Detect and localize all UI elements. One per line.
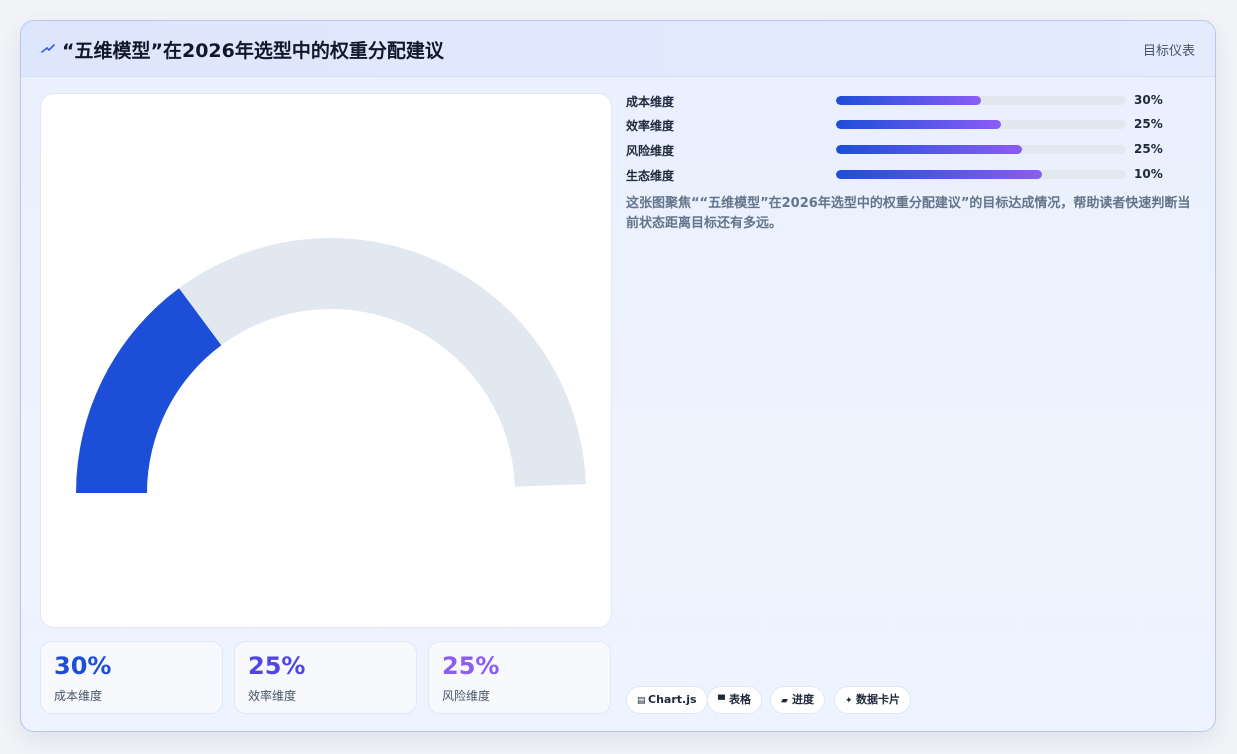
card-header: “五维模型”在2026年选型中的权重分配建议 目标仪表	[21, 21, 1215, 77]
gauge-value-arc	[76, 288, 222, 493]
progress-track	[836, 96, 1126, 105]
progress-track	[836, 145, 1126, 154]
table-icon: ▀	[718, 696, 725, 706]
dashboard-card: “五维模型”在2026年选型中的权重分配建议 目标仪表 30% 成本维度 25%…	[20, 20, 1216, 732]
chip-data-card[interactable]: ✦ 数据卡片	[834, 686, 911, 714]
stat-label: 风险维度	[442, 689, 491, 703]
progress-track	[836, 120, 1126, 129]
stat-label: 成本维度	[54, 689, 103, 703]
page-title: “五维模型”在2026年选型中的权重分配建议	[62, 40, 444, 62]
dimension-value: 25%	[1134, 142, 1163, 156]
chip-progress[interactable]: ▰ 进度	[770, 686, 825, 714]
dimension-row-cost: 成本维度 30%	[626, 92, 1186, 110]
dimension-row-efficiency: 效率维度 25%	[626, 116, 1186, 134]
dimension-label: 效率维度	[626, 119, 675, 133]
stat-card-cost: 30% 成本维度	[40, 641, 223, 714]
progress-fill	[836, 170, 1042, 179]
progress-fill	[836, 120, 1002, 129]
stat-card-efficiency: 25% 效率维度	[234, 641, 417, 714]
chip-chartjs[interactable]: ▤ Chart.js	[626, 686, 708, 714]
dimension-label: 风险维度	[626, 144, 675, 158]
chart-spark-icon	[41, 44, 55, 53]
dimension-value: 10%	[1134, 167, 1163, 181]
progress-fill	[836, 96, 981, 105]
progress-track	[836, 170, 1126, 179]
stat-value: 25%	[248, 652, 306, 680]
dimension-row-risk: 风险维度 25%	[626, 141, 1186, 159]
dimension-label: 生态维度	[626, 169, 675, 183]
chip-label: 数据卡片	[856, 693, 900, 706]
dimension-value: 30%	[1134, 93, 1163, 107]
data-card-icon: ✦	[845, 696, 853, 706]
chip-label: Chart.js	[648, 693, 697, 706]
gauge-panel	[40, 93, 612, 628]
chip-label: 进度	[792, 693, 814, 706]
progress-icon: ▰	[781, 696, 788, 706]
chart-icon: ▤	[637, 696, 646, 706]
gauge-chart	[76, 238, 586, 493]
progress-fill	[836, 145, 1022, 154]
chip-table[interactable]: ▀ 表格	[707, 686, 762, 714]
stat-value: 30%	[54, 652, 112, 680]
stat-label: 效率维度	[248, 689, 297, 703]
chart-kind-label: 目标仪表	[1142, 44, 1195, 59]
gauge-remaining-arc	[178, 238, 586, 487]
stat-value: 25%	[442, 652, 500, 680]
dimension-label: 成本维度	[626, 95, 675, 109]
dimension-row-ecosystem: 生态维度 10%	[626, 166, 1186, 184]
chart-description: 这张图聚焦““五维模型”在2026年选型中的权重分配建议”的目标达成情况，帮助读…	[626, 196, 1191, 231]
stat-card-risk: 25% 风险维度	[428, 641, 611, 714]
chip-label: 表格	[729, 693, 751, 706]
dimension-value: 25%	[1134, 117, 1163, 131]
